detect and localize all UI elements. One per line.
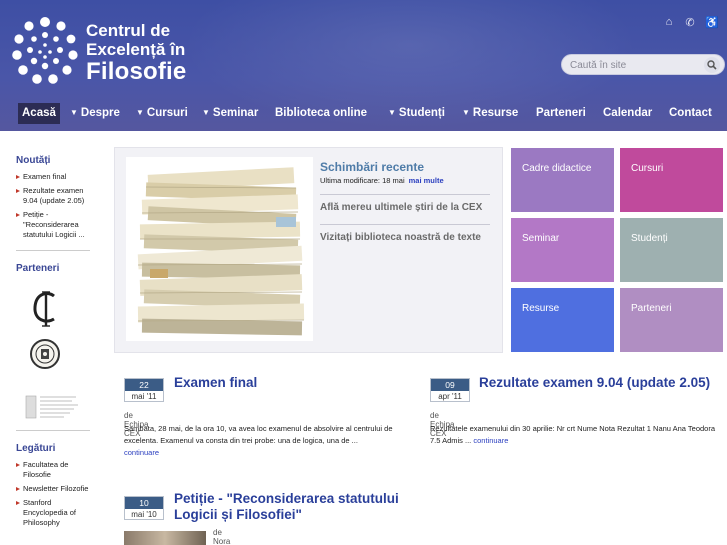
nav-label: Despre	[80, 107, 120, 119]
main-nav: Acasă ▼ Despre ▼ Cursuri ▼ Seminar Bibliote…	[0, 100, 727, 127]
nav-item-calendar[interactable]: Calendar	[599, 103, 656, 124]
site-name-line2: Excelență în	[86, 40, 186, 59]
featured-box: Schimbări recente Ultima modificare: 18 …	[114, 147, 503, 353]
partner-logo-colegiul-national[interactable]	[29, 338, 61, 370]
tile-resurse[interactable]: Resurse	[511, 288, 614, 352]
nav-label: Contact	[669, 107, 712, 119]
article-title[interactable]: Rezultate examen 9.04 (update 2.05)	[479, 375, 724, 391]
date-badge: 09 apr '11	[430, 378, 470, 402]
article-excerpt: Sambata, 28 mai, de la ora 10, va avea l…	[124, 424, 393, 445]
contact-icon[interactable]: ✆	[684, 16, 696, 29]
links-title: Legături	[16, 443, 56, 454]
tile-label: Cadre didactice	[522, 163, 592, 174]
nav-item-resurse[interactable]: ▼ Resurse	[458, 103, 522, 124]
tile-label: Resurse	[522, 303, 560, 314]
divider	[16, 430, 90, 431]
continue-link[interactable]: continuare	[124, 448, 159, 457]
featured-meta: Ultima modificare: 18 mai mai multe	[320, 176, 495, 185]
divider	[320, 224, 490, 225]
article-excerpt: Rezultatele examenului din 30 aprilie: N…	[430, 423, 722, 447]
date-month: mai '10	[131, 510, 157, 519]
caret-down-icon: ▼	[388, 108, 396, 117]
nav-item-biblioteca[interactable]: Biblioteca online	[271, 103, 371, 124]
caret-down-icon: ▼	[136, 108, 144, 117]
featured-link-library[interactable]: Vizitați biblioteca noastră de texte	[320, 231, 495, 245]
date-day: 09	[431, 379, 469, 391]
featured-title[interactable]: Schimbări recente	[320, 160, 495, 174]
nav-item-contact[interactable]: Contact	[665, 103, 716, 124]
tile-parteneri[interactable]: Parteneri	[620, 288, 723, 352]
nav-label: Acasă	[22, 107, 56, 119]
nav-item-seminar[interactable]: ▼ Seminar	[198, 103, 262, 124]
partners-title: Parteneri	[16, 263, 60, 274]
article-thumbnail	[124, 531, 206, 545]
nav-item-acasa[interactable]: Acasă	[18, 103, 60, 124]
more-link[interactable]: mai multe	[409, 176, 444, 185]
nav-label: Cursuri	[146, 107, 188, 119]
partner-logo-c[interactable]	[30, 288, 62, 328]
logo-dots-icon[interactable]	[12, 16, 78, 86]
date-day: 22	[125, 379, 163, 391]
featured-content: Schimbări recente Ultima modificare: 18 …	[320, 160, 495, 245]
news-list: Examen final Rezultate examen 9.04 (upda…	[16, 172, 92, 240]
tile-seminar[interactable]: Seminar	[511, 218, 614, 282]
links-list: Facultatea de Filosofie Newsletter Filoz…	[16, 460, 92, 528]
site-name-line1: Centrul de	[86, 21, 171, 40]
divider	[320, 194, 490, 195]
nav-label: Studenți	[398, 107, 445, 119]
nav-label: Biblioteca online	[275, 107, 368, 119]
nav-item-parteneri[interactable]: Parteneri	[532, 103, 590, 124]
nav-label: Resurse	[472, 107, 519, 119]
article-title[interactable]: Petiție - "Reconsiderarea statutului Log…	[174, 491, 434, 523]
header-icons: ⌂ ✆ ♿	[663, 16, 719, 29]
date-month: apr '11	[438, 392, 462, 401]
sidebar: Noutăți Examen final Rezultate examen 9.…	[16, 155, 92, 532]
news-item[interactable]: Petiție - "Reconsiderarea statutului Log…	[16, 210, 92, 240]
partners-list	[16, 280, 92, 430]
article-author: de Nora Grigore	[213, 528, 231, 545]
nav-label: Seminar	[212, 107, 259, 119]
tile-cursuri[interactable]: Cursuri	[620, 148, 723, 212]
site-header: Centrul de Excelență în Filosofie ⌂ ✆ ♿ …	[0, 0, 727, 131]
nav-item-studenti[interactable]: ▼ Studenți	[384, 103, 449, 124]
tile-label: Cursuri	[631, 163, 664, 174]
link-item[interactable]: Stanford Encyclopedia of Philosophy	[16, 498, 92, 528]
last-modified: Ultima modificare: 18 mai	[320, 176, 405, 185]
partner-logo-ministerul[interactable]	[24, 392, 84, 422]
search-icon	[707, 60, 717, 70]
link-item[interactable]: Facultatea de Filosofie	[16, 460, 92, 480]
news-item[interactable]: Examen final	[16, 172, 92, 182]
link-item[interactable]: Newsletter Filozofie	[16, 484, 92, 494]
tile-studenti[interactable]: Studenți	[620, 218, 723, 282]
caret-down-icon: ▼	[462, 108, 470, 117]
divider	[16, 250, 90, 251]
tile-label: Parteneri	[631, 303, 672, 314]
tile-cadre-didactice[interactable]: Cadre didactice	[511, 148, 614, 212]
paper-stack-image	[126, 157, 313, 341]
continue-link[interactable]: continuare	[473, 436, 508, 445]
site-name[interactable]: Centrul de Excelență în Filosofie	[86, 22, 186, 84]
site-name-line3: Filosofie	[86, 58, 187, 85]
search-box	[561, 54, 725, 75]
featured-link-news[interactable]: Află mereu ultimele știri de la CEX	[320, 201, 495, 215]
accessibility-icon[interactable]: ♿	[705, 16, 719, 29]
date-month: mai '11	[131, 392, 157, 401]
caret-down-icon: ▼	[202, 108, 210, 117]
search-button[interactable]	[704, 57, 720, 73]
news-item[interactable]: Rezultate examen 9.04 (update 2.05)	[16, 186, 92, 206]
nav-label: Calendar	[603, 107, 653, 119]
date-badge: 22 mai '11	[124, 378, 164, 402]
date-badge: 10 mai '10	[124, 496, 164, 520]
nav-label: Parteneri	[536, 107, 586, 119]
search-input[interactable]	[570, 58, 700, 72]
caret-down-icon: ▼	[70, 108, 78, 117]
tile-label: Seminar	[522, 233, 560, 244]
article-title[interactable]: Examen final	[174, 375, 414, 391]
date-day: 10	[125, 497, 163, 509]
home-icon[interactable]: ⌂	[663, 16, 675, 29]
news-title: Noutăți	[16, 155, 51, 166]
tile-label: Studenți	[631, 233, 668, 244]
nav-item-despre[interactable]: ▼ Despre	[66, 103, 124, 124]
nav-item-cursuri[interactable]: ▼ Cursuri	[132, 103, 192, 124]
